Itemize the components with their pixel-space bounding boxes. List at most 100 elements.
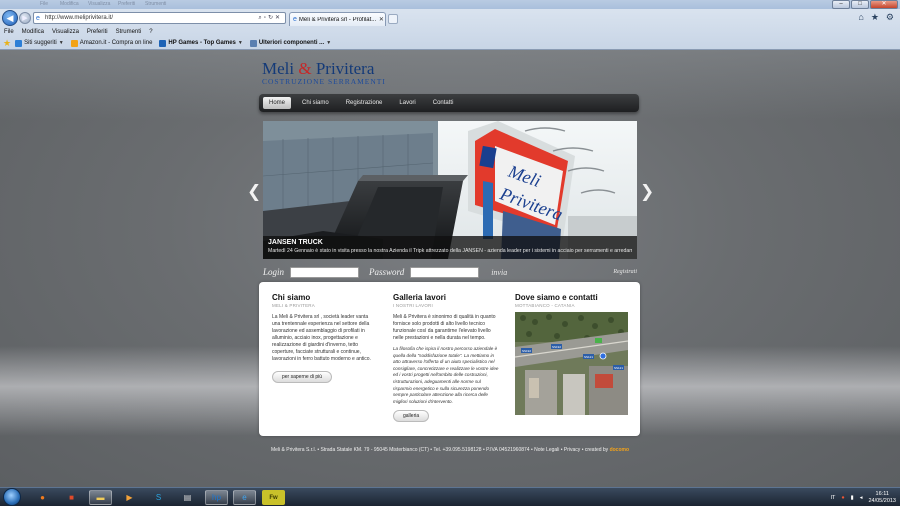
forward-button[interactable]: ▶ bbox=[19, 12, 31, 24]
suggested-sites-icon bbox=[15, 39, 23, 47]
network-icon[interactable]: ▮ bbox=[851, 495, 854, 501]
stop-icon[interactable]: ✕ bbox=[275, 15, 282, 21]
favorite-label: Ulteriori componenti ... bbox=[258, 40, 325, 46]
close-window-button[interactable]: ✕ bbox=[870, 0, 898, 9]
star-icon[interactable]: ★ bbox=[871, 12, 879, 23]
main-navigation: Home Chi siamo Registrazione Lavori Cont… bbox=[259, 94, 639, 112]
favorite-hp-games[interactable]: HP Games - Top Games ▼ bbox=[159, 39, 243, 47]
logo-name: Meli & Privitera bbox=[262, 59, 375, 78]
menu-help[interactable]: ? bbox=[149, 29, 152, 35]
browser-tab[interactable]: e Meli & Privitera srl - Profilat... ✕ bbox=[289, 12, 386, 26]
login-input[interactable] bbox=[290, 266, 360, 278]
map-road-label: SS121 bbox=[584, 355, 593, 359]
amazon-icon bbox=[70, 39, 78, 47]
favorite-amazon[interactable]: Amazon.it - Compra on line bbox=[70, 39, 153, 47]
ghost-menu-item: Strumenti bbox=[145, 1, 167, 7]
arrow-left-icon: ◀ bbox=[6, 12, 14, 23]
column-galleria: Galleria lavori I NOSTRI LAVORI Meli & P… bbox=[393, 293, 499, 423]
menu-bar: File Modifica Visualizza Preferiti Strum… bbox=[0, 27, 900, 37]
galleria-philosophy-text: La filosofia che ispira il nostro percor… bbox=[393, 346, 499, 404]
ghost-menu-item: Visualizza bbox=[88, 1, 111, 7]
menu-file[interactable]: File bbox=[4, 29, 14, 35]
start-button[interactable] bbox=[3, 488, 21, 506]
site-footer: Meli & Privitera S.r.l. • Strada Statale… bbox=[0, 447, 900, 453]
gallery-button[interactable]: galleria bbox=[393, 410, 430, 423]
dove-siamo-subtitle: MOTTABIANCO - CATANIA bbox=[515, 303, 575, 308]
fireworks-icon[interactable]: Fw bbox=[262, 490, 285, 505]
password-input[interactable] bbox=[410, 266, 480, 278]
minimize-button[interactable]: – bbox=[832, 0, 850, 9]
language-indicator[interactable]: IT bbox=[830, 495, 835, 501]
favorite-label: Siti suggeriti bbox=[24, 40, 57, 46]
location-map[interactable]: SS192 SS192 SS121 SS121 bbox=[515, 312, 628, 415]
footer-brand-link[interactable]: docomo bbox=[610, 447, 629, 453]
nav-lavori[interactable]: Lavori bbox=[393, 97, 421, 109]
slider-prev-arrow[interactable]: ❮ bbox=[247, 182, 261, 202]
image-slider: Meli Privitera JANSEN TRUCK Martedì 24 G… bbox=[263, 121, 637, 259]
login-submit-button[interactable]: invia bbox=[491, 268, 507, 277]
volume-icon[interactable]: ◂ bbox=[860, 495, 863, 501]
address-bar[interactable]: e http://www.meliprivitera.it/ ⌕▫↻✕ bbox=[33, 12, 286, 24]
chi-siamo-title: Chi siamo bbox=[272, 293, 311, 302]
column-chi-siamo: Chi siamo MELI & PRIVITERA La Meli & Pri… bbox=[272, 293, 372, 383]
skype-icon[interactable]: S bbox=[147, 490, 170, 505]
hp-icon[interactable]: hp bbox=[205, 490, 228, 505]
nav-home[interactable]: Home bbox=[263, 97, 292, 109]
site-logo[interactable]: Meli & Privitera COSTRUZIONE SERRAMENTI bbox=[262, 59, 386, 86]
login-label: Login bbox=[263, 267, 285, 277]
ghost-menu-item: Modifica bbox=[60, 1, 79, 7]
printer-icon[interactable]: ▤ bbox=[176, 490, 199, 505]
web-page: Meli & Privitera COSTRUZIONE SERRAMENTI … bbox=[0, 50, 900, 487]
map-road-label: SS192 bbox=[552, 345, 561, 349]
login-bar: Login Password invia Registrati bbox=[263, 265, 637, 279]
menu-preferiti[interactable]: Preferiti bbox=[87, 29, 108, 35]
read-more-button[interactable]: per saperne di più bbox=[272, 371, 333, 383]
ghost-menu-item: Preferiti bbox=[118, 1, 136, 7]
notification-icon[interactable]: ● bbox=[841, 495, 844, 501]
password-label: Password bbox=[369, 267, 405, 277]
nav-chi-siamo[interactable]: Chi siamo bbox=[296, 97, 335, 109]
nav-registrazione[interactable]: Registrazione bbox=[340, 97, 389, 109]
address-url[interactable]: http://www.meliprivitera.it/ bbox=[45, 15, 113, 21]
chi-siamo-text: La Meli & Privitera srl , società leader… bbox=[272, 314, 371, 362]
ghost-menu-item: File bbox=[40, 1, 49, 7]
register-link[interactable]: Registrati bbox=[613, 269, 637, 275]
favorite-ulteriori[interactable]: Ulteriori componenti ... ▼ bbox=[249, 39, 332, 47]
favorite-label: Amazon.it - Compra on line bbox=[79, 40, 153, 46]
window-titlebar: File Modifica Visualizza Preferiti Strum… bbox=[0, 0, 900, 9]
media-player-icon[interactable]: ▶ bbox=[118, 490, 141, 505]
browser-nav-row: ◀ ▶ e http://www.meliprivitera.it/ ⌕▫↻✕ … bbox=[0, 9, 900, 27]
home-icon[interactable]: ⌂ bbox=[858, 12, 863, 23]
new-tab-button[interactable] bbox=[388, 14, 398, 24]
chevron-down-icon: ▼ bbox=[326, 40, 332, 46]
ie-icon[interactable]: e bbox=[233, 490, 256, 505]
clock-time: 16:11 bbox=[875, 490, 889, 497]
browser-chrome: File Modifica Visualizza Preferiti Strum… bbox=[0, 0, 900, 50]
favorite-label: HP Games - Top Games bbox=[168, 40, 236, 46]
back-button[interactable]: ◀ bbox=[2, 10, 18, 26]
map-road-label: SS121 bbox=[614, 366, 623, 370]
satellite-map: SS192 SS192 SS121 SS121 bbox=[515, 312, 628, 415]
slide-text: Martedì 24 Gennaio è stato in visita pre… bbox=[268, 248, 632, 254]
favorites-bar: ★ Siti suggeriti ▼ Amazon.it - Compra on… bbox=[0, 37, 900, 49]
refresh-icon[interactable]: ↻ bbox=[268, 15, 275, 21]
maximize-button[interactable]: □ bbox=[851, 0, 869, 9]
nav-contatti[interactable]: Contatti bbox=[427, 97, 460, 109]
system-clock[interactable]: 16:11 24/05/2013 bbox=[868, 491, 896, 505]
window-controls: – □ ✕ bbox=[831, 0, 898, 9]
explorer-icon[interactable]: ▬ bbox=[89, 490, 112, 505]
tab-close-icon[interactable]: ✕ bbox=[379, 16, 384, 23]
firefox-icon[interactable]: ● bbox=[31, 490, 54, 505]
slide-title: JANSEN TRUCK bbox=[268, 239, 323, 246]
favorite-siti-suggeriti[interactable]: Siti suggeriti ▼ bbox=[15, 39, 64, 47]
menu-visualizza[interactable]: Visualizza bbox=[52, 29, 79, 35]
ie-page-icon: e bbox=[293, 16, 297, 23]
menu-strumenti[interactable]: Strumenti bbox=[116, 29, 142, 35]
galleria-title: Galleria lavori bbox=[393, 293, 446, 302]
galleria-subtitle: I NOSTRI LAVORI bbox=[393, 303, 433, 308]
menu-modifica[interactable]: Modifica bbox=[22, 29, 44, 35]
favorites-star-icon[interactable]: ★ bbox=[3, 38, 11, 49]
gear-icon[interactable]: ⚙ bbox=[886, 12, 894, 23]
office-icon[interactable]: ■ bbox=[60, 490, 83, 505]
slider-next-arrow[interactable]: ❯ bbox=[640, 182, 654, 202]
